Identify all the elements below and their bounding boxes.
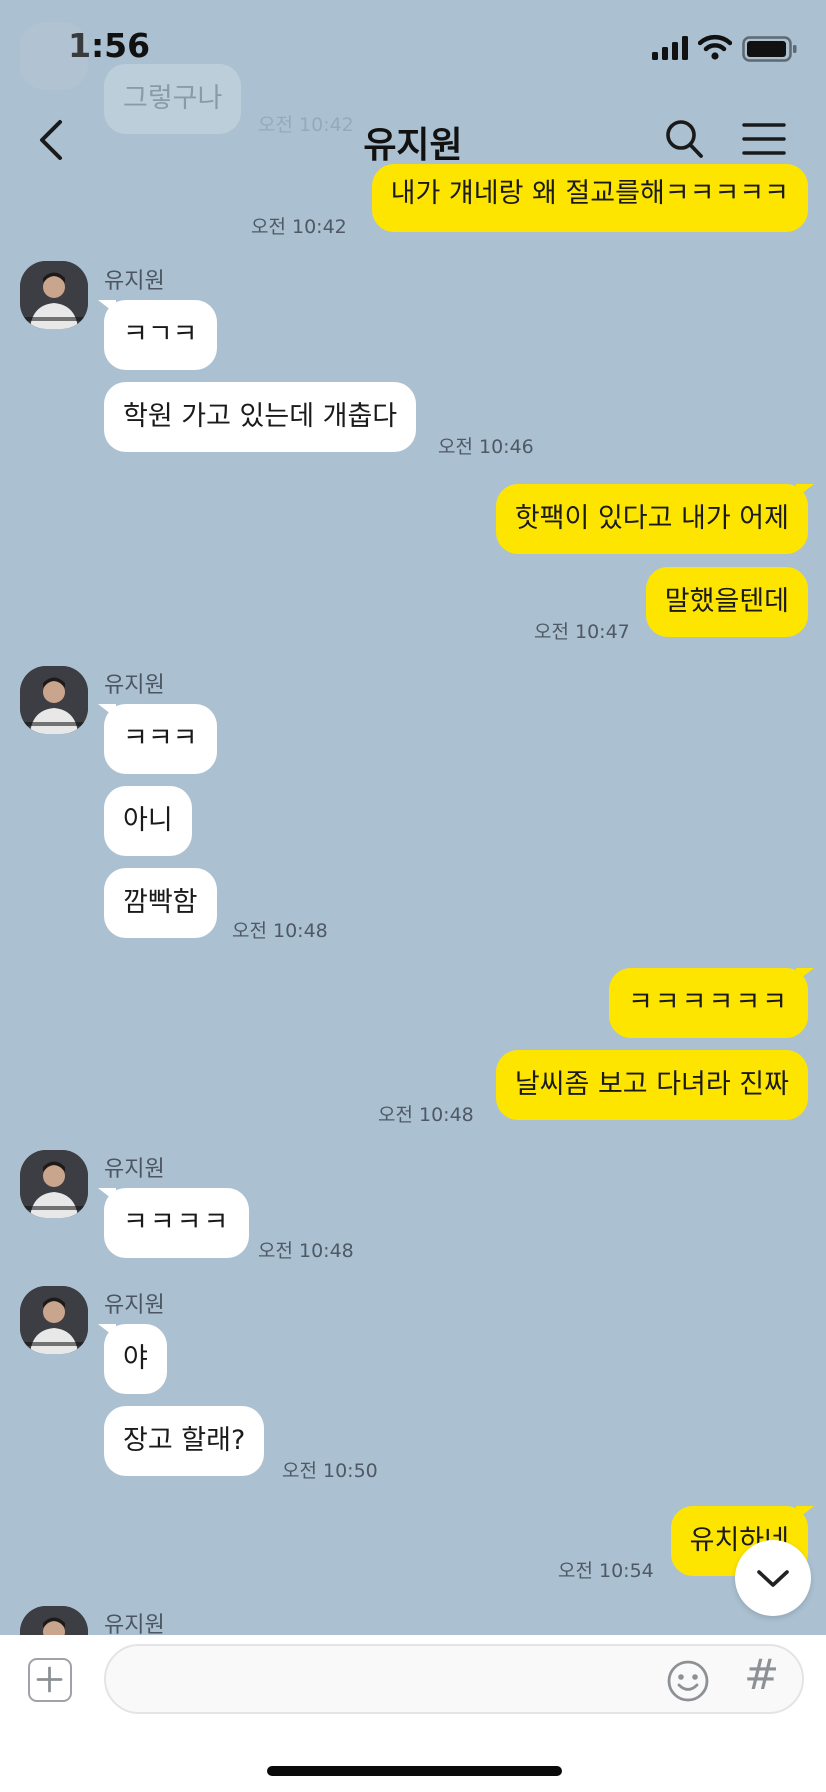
outgoing-message-bubble[interactable]: 핫팩이 있다고 내가 어제 — [495, 484, 808, 554]
emoji-icon[interactable] — [666, 1659, 710, 1703]
chevron-down-icon — [757, 1570, 789, 1587]
profile-photo-icon — [20, 1150, 88, 1218]
incoming-message-bubble[interactable]: 깜빡함 — [104, 868, 217, 938]
faded-avatar — [20, 22, 88, 90]
plus-icon — [36, 1666, 63, 1693]
sender-name: 유지원 — [104, 1293, 165, 1318]
avatar[interactable] — [20, 1150, 88, 1218]
message-time: 오전 10:42 — [251, 216, 347, 238]
search-icon[interactable] — [664, 118, 704, 160]
scroll-to-bottom-button[interactable] — [735, 1540, 811, 1616]
incoming-message-bubble[interactable]: 학원 가고 있는데 개춥다 — [104, 382, 417, 452]
avatar[interactable] — [20, 1286, 88, 1354]
home-indicator[interactable] — [267, 1766, 562, 1776]
sender-name: 유지원 — [104, 1157, 165, 1182]
avatar[interactable] — [20, 261, 88, 329]
incoming-message-bubble[interactable]: ㅋㅋㅋ — [104, 704, 217, 774]
profile-photo-icon — [20, 666, 88, 734]
message-time: 오전 10:50 — [282, 1460, 378, 1482]
wifi-icon — [698, 34, 732, 60]
battery-icon — [742, 36, 797, 62]
outgoing-message-bubble[interactable]: 날씨좀 보고 다녀라 진짜 — [495, 1050, 808, 1120]
incoming-message-bubble[interactable]: 야 — [104, 1324, 167, 1394]
avatar[interactable] — [20, 666, 88, 734]
message-time: 오전 10:46 — [438, 436, 534, 458]
outgoing-message-bubble[interactable]: 내가 걔네랑 왜 절교를해ㅋㅋㅋㅋㅋ — [371, 164, 808, 232]
cellular-signal-icon — [652, 36, 688, 60]
message-time: 오전 10:48 — [258, 1240, 354, 1262]
message-time: 오전 10:47 — [534, 621, 630, 643]
outgoing-message-bubble[interactable]: ㅋㅋㅋㅋㅋㅋ — [608, 968, 808, 1038]
menu-icon[interactable] — [742, 122, 786, 156]
profile-photo-icon — [20, 261, 88, 329]
incoming-message-bubble[interactable]: 장고 할래? — [104, 1406, 265, 1476]
outgoing-message-bubble[interactable]: 말했을텐데 — [645, 567, 808, 637]
incoming-message-bubble[interactable]: ㅋㅋㅋㅋ — [104, 1188, 250, 1258]
hash-icon[interactable]: # — [744, 1650, 779, 1699]
attach-plus-button[interactable] — [28, 1658, 72, 1702]
incoming-message-bubble[interactable]: 아니 — [104, 786, 192, 856]
incoming-message-bubble[interactable]: ㅋㄱㅋ — [104, 300, 217, 370]
message-time: 오전 10:54 — [558, 1560, 654, 1582]
message-time: 오전 10:48 — [378, 1104, 474, 1126]
profile-photo-icon — [20, 1286, 88, 1354]
sender-name: 유지원 — [104, 673, 165, 698]
message-time: 오전 10:48 — [232, 920, 328, 942]
sender-name: 유지원 — [104, 269, 165, 294]
